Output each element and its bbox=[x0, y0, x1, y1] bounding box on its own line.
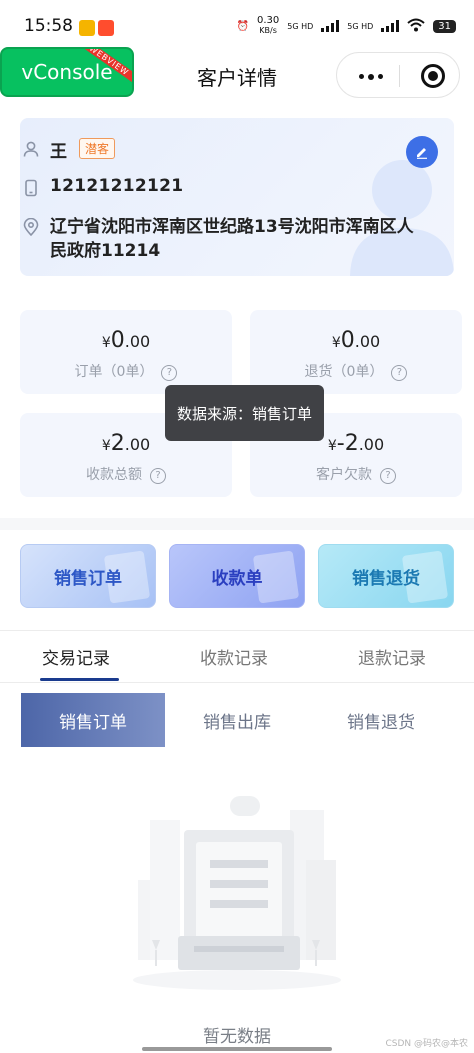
notification-app-icon bbox=[79, 20, 95, 36]
wifi-icon bbox=[407, 18, 425, 35]
edit-customer-button[interactable] bbox=[406, 136, 438, 168]
tab-receipts[interactable]: 收款记录 bbox=[200, 644, 268, 669]
customer-address: 辽宁省沈阳市浑南区世纪路13号沈阳市浑南区人民政府11214 bbox=[50, 217, 414, 261]
empty-state-illustration bbox=[133, 796, 341, 990]
status-right: ⏰ 0.30 KB/s 5G HD 5G HD 31 bbox=[237, 16, 456, 36]
battery-icon: 31 bbox=[433, 19, 456, 33]
signal-icon-2 bbox=[381, 20, 400, 32]
stat-label: 订单（0单）? bbox=[20, 361, 232, 381]
stat-label: 收款总额? bbox=[20, 464, 232, 484]
help-icon[interactable]: ? bbox=[161, 365, 178, 381]
customer-type-badge: 潜客 bbox=[79, 138, 116, 159]
network-speed-unit: KB/s bbox=[259, 26, 277, 35]
tab-transactions[interactable]: 交易记录 bbox=[42, 644, 110, 669]
status-time: 15:58 bbox=[24, 16, 73, 36]
stat-amount: ¥0.00 bbox=[331, 328, 381, 353]
section-divider bbox=[0, 518, 474, 530]
customer-phone-row: 12121212121 bbox=[22, 176, 183, 197]
user-icon bbox=[23, 141, 39, 157]
subtab-sales-outbound[interactable]: 销售出库 bbox=[165, 693, 309, 747]
status-bar: 15:58 ⏰ 0.30 KB/s 5G HD 5G HD 31 bbox=[0, 0, 474, 46]
stat-label: 退货（0单）? bbox=[250, 361, 462, 381]
receipt-button[interactable]: 收款单 bbox=[169, 544, 305, 608]
stat-amount: ¥0.00 bbox=[101, 328, 151, 353]
mini-program-capsule bbox=[336, 52, 460, 98]
data-source-tooltip: 数据来源：销售订单 bbox=[165, 385, 324, 441]
help-icon[interactable]: ? bbox=[150, 468, 166, 484]
help-icon[interactable]: ? bbox=[391, 365, 408, 381]
vconsole-button[interactable]: vConsole WEBVIEW bbox=[0, 47, 134, 97]
customer-phone[interactable]: 12121212121 bbox=[50, 176, 183, 196]
divider bbox=[0, 630, 474, 631]
more-icon[interactable] bbox=[359, 73, 383, 80]
stat-label: 客户欠款? bbox=[250, 464, 462, 484]
close-target-icon[interactable] bbox=[421, 64, 445, 88]
subtab-sales-order[interactable]: 销售订单 bbox=[21, 693, 165, 747]
capsule-divider bbox=[399, 65, 400, 87]
sim2-label: 5G HD bbox=[347, 21, 374, 31]
network-speed: 0.30 bbox=[256, 15, 280, 26]
watermark: CSDN @码农@本农 bbox=[385, 1039, 468, 1049]
active-tab-indicator bbox=[40, 678, 119, 681]
divider bbox=[0, 682, 474, 683]
notification-app-icon-2 bbox=[98, 20, 114, 36]
stat-returns: ¥0.00 退货（0单）? bbox=[250, 310, 462, 394]
alarm-icon: ⏰ bbox=[236, 20, 249, 32]
sales-return-button[interactable]: 销售退货 bbox=[318, 544, 454, 608]
signal-icon bbox=[321, 20, 340, 32]
stat-orders: ¥0.00 订单（0单）? bbox=[20, 310, 232, 394]
subtab-sales-return[interactable]: 销售退货 bbox=[309, 693, 453, 747]
phone-icon bbox=[25, 179, 37, 197]
edit-icon bbox=[417, 148, 427, 159]
vconsole-label: vConsole bbox=[21, 60, 113, 84]
customer-name: 王 bbox=[50, 142, 67, 162]
customer-name-row: 王 潜客 bbox=[22, 137, 116, 162]
location-icon bbox=[23, 218, 39, 236]
help-icon[interactable]: ? bbox=[380, 468, 396, 484]
tab-refunds[interactable]: 退款记录 bbox=[358, 644, 426, 669]
sales-order-button[interactable]: 销售订单 bbox=[20, 544, 156, 608]
sim1-label: 5G HD bbox=[287, 21, 314, 31]
customer-address-row: 辽宁省沈阳市浑南区世纪路13号沈阳市浑南区人民政府11214 bbox=[22, 215, 426, 263]
home-indicator[interactable] bbox=[142, 1047, 332, 1051]
